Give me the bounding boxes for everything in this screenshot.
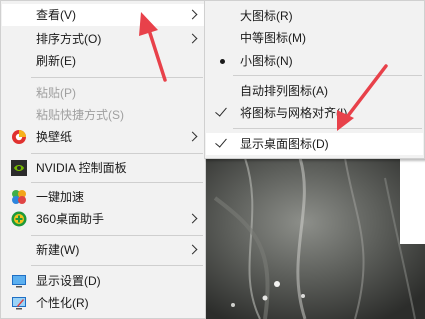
menu-item-360-desktop-assistant[interactable]: 360桌面助手 (2, 208, 204, 230)
window-edge (400, 158, 425, 244)
menu-item-label: 换壁纸 (36, 130, 73, 144)
menu-item-label: 自动排列图标(A) (240, 84, 328, 98)
menu-item-nvidia-control-panel[interactable]: NVIDIA 控制面板 (2, 157, 204, 179)
chevron-right-icon (187, 33, 198, 44)
view-submenu: 大图标(R) 中等图标(M) 小图标(N) 自动排列图标(A) 将图标与网格对齐… (204, 0, 425, 159)
submenu-item-show-desktop-icons[interactable]: 显示桌面图标(D) (206, 133, 423, 155)
menu-item-label: 刷新(E) (36, 54, 76, 68)
menu-item-refresh[interactable]: 刷新(E) (2, 50, 204, 72)
wallpaper-app-icon (11, 129, 27, 145)
submenu-item-small-icons[interactable]: 小图标(N) (206, 50, 423, 72)
menu-item-label: 排序方式(O) (36, 32, 102, 46)
menu-item-label: 粘贴快捷方式(S) (36, 108, 124, 122)
display-settings-icon (11, 273, 27, 289)
menu-item-change-wallpaper[interactable]: 换壁纸 (2, 126, 204, 148)
menu-item-label: 粘贴(P) (36, 86, 76, 100)
menu-item-display-settings[interactable]: 显示设置(D) (2, 270, 204, 292)
speedup-icon (11, 189, 27, 205)
menu-item-label: 360桌面助手 (36, 212, 105, 226)
nvidia-icon (11, 160, 27, 176)
menu-item-personalize[interactable]: 个性化(R) (2, 292, 204, 314)
checkmark-icon (215, 135, 227, 148)
radio-selected-icon (220, 59, 225, 64)
menu-item-label: 小图标(N) (240, 54, 293, 68)
menu-item-label: 一键加速 (36, 190, 85, 204)
menu-item-label: 显示设置(D) (36, 274, 101, 288)
menu-item-view[interactable]: 查看(V) (2, 4, 204, 26)
menu-item-new[interactable]: 新建(W) (2, 239, 204, 261)
menu-item-one-click-speedup[interactable]: 一键加速 (2, 186, 204, 208)
personalize-icon (11, 295, 27, 311)
desktop-wallpaper (205, 158, 425, 319)
menu-item-label: 新建(W) (36, 243, 80, 257)
submenu-item-align-to-grid[interactable]: 将图标与网格对齐(I) (206, 102, 423, 124)
submenu-item-large-icons[interactable]: 大图标(R) (206, 5, 423, 27)
checkmark-icon (215, 104, 227, 117)
menu-item-label: 将图标与网格对齐(I) (240, 106, 348, 120)
chevron-right-icon (187, 131, 198, 142)
chevron-right-icon (187, 213, 198, 224)
menu-separator (233, 75, 422, 76)
menu-separator (31, 153, 203, 154)
menu-item-label: NVIDIA 控制面板 (36, 161, 127, 175)
menu-item-label: 显示桌面图标(D) (240, 137, 329, 151)
360-desktop-icon (11, 211, 27, 227)
menu-item-paste[interactable]: 粘贴(P) (2, 82, 204, 104)
menu-separator (233, 128, 422, 129)
menu-separator (31, 265, 203, 266)
submenu-item-medium-icons[interactable]: 中等图标(M) (206, 27, 423, 49)
chevron-right-icon (187, 9, 198, 20)
chevron-right-icon (187, 244, 198, 255)
menu-item-label: 中等图标(M) (240, 31, 306, 45)
submenu-item-auto-arrange[interactable]: 自动排列图标(A) (206, 80, 423, 102)
menu-item-label: 查看(V) (36, 8, 76, 22)
menu-item-label: 大图标(R) (240, 9, 293, 23)
menu-separator (31, 235, 203, 236)
menu-item-sort-by[interactable]: 排序方式(O) (2, 28, 204, 50)
menu-item-label: 个性化(R) (36, 296, 89, 310)
desktop-context-menu: 查看(V) 排序方式(O) 刷新(E) 粘贴(P) 粘贴快捷方式(S) 换壁纸 (0, 0, 206, 319)
menu-item-paste-shortcut[interactable]: 粘贴快捷方式(S) (2, 104, 204, 126)
menu-separator (31, 77, 203, 78)
menu-separator (31, 182, 203, 183)
